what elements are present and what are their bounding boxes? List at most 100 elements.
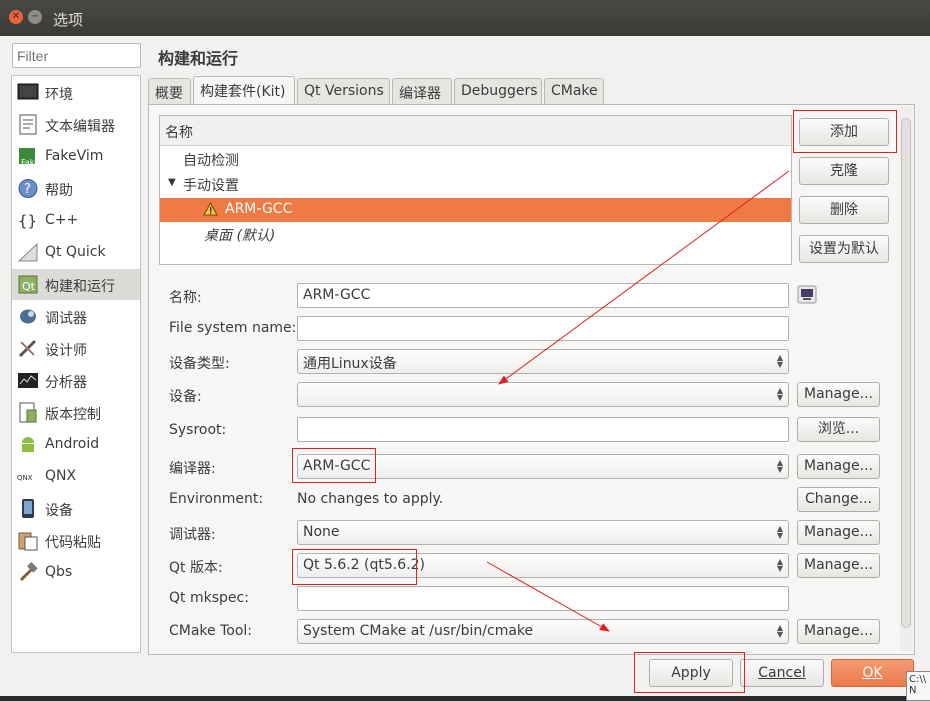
tooltip: C:\\ N bbox=[906, 671, 930, 701]
sidebar-item-code-paste[interactable]: 代码粘贴 bbox=[12, 525, 140, 556]
tree-header-name: 名称 bbox=[165, 125, 193, 141]
device-icon bbox=[22, 499, 34, 518]
sidebar-item-label: C++ bbox=[45, 212, 79, 228]
debugger-value: None bbox=[303, 524, 340, 540]
page-title: 构建和运行 bbox=[158, 49, 239, 68]
minimize-icon[interactable]: − bbox=[28, 10, 42, 24]
tab-cmake[interactable]: CMake bbox=[544, 78, 604, 105]
manage-cmake-button[interactable]: Manage... bbox=[797, 619, 880, 644]
tab-qt-versions[interactable]: Qt Versions bbox=[297, 78, 390, 105]
device-type-select[interactable]: 通用Linux设备 ▲ ▼ bbox=[297, 349, 789, 374]
sidebar-item-label: 分析器 bbox=[45, 375, 87, 391]
manage-compiler-button[interactable]: Manage... bbox=[797, 454, 880, 479]
environment-value: No changes to apply. bbox=[297, 491, 444, 507]
analyzer-icon bbox=[18, 373, 38, 388]
combo-arrows-icon: ▲ ▼ bbox=[776, 386, 783, 402]
sidebar-item-build-run[interactable]: Qt 构建和运行 bbox=[12, 269, 140, 300]
make-default-button[interactable]: 设置为默认 bbox=[799, 235, 889, 263]
help-icon: ? bbox=[18, 179, 38, 198]
sidebar-item-android[interactable]: Android bbox=[12, 429, 140, 460]
compiler-label: 编译器: bbox=[169, 461, 216, 477]
annotation-box-compiler bbox=[292, 448, 376, 483]
svg-text:?: ? bbox=[24, 182, 31, 197]
tree-row-manual[interactable]: 手动设置 bbox=[183, 175, 239, 200]
debugger-select[interactable]: None ▲ ▼ bbox=[297, 520, 789, 545]
manage-debugger-button[interactable]: Manage... bbox=[797, 520, 880, 545]
browse-button[interactable]: 浏览... bbox=[797, 417, 880, 442]
sidebar-item-devices[interactable]: 设备 bbox=[12, 493, 140, 524]
tab-overview[interactable]: 概要 bbox=[148, 78, 191, 105]
svg-text:Qt: Qt bbox=[22, 280, 36, 293]
scrollbar-thumb[interactable] bbox=[901, 118, 911, 628]
device-label: 设备: bbox=[169, 389, 202, 405]
sidebar-item-text-editor[interactable]: 文本编辑器 bbox=[12, 109, 140, 140]
sidebar-item-cpp[interactable]: {} C++ bbox=[12, 205, 140, 236]
combo-arrows-icon: ▲ ▼ bbox=[776, 623, 783, 639]
mkspec-field[interactable] bbox=[297, 586, 789, 611]
sidebar-item-debugger[interactable]: 调试器 bbox=[12, 301, 140, 332]
sidebar-item-qbs[interactable]: Qbs bbox=[12, 557, 140, 588]
qt-version-label: Qt 版本: bbox=[169, 560, 223, 576]
combo-arrows-icon: ▲ ▼ bbox=[776, 353, 783, 369]
sidebar-item-label: 帮助 bbox=[45, 183, 73, 199]
sidebar-item-version-control[interactable]: 版本控制 bbox=[12, 397, 140, 428]
android-icon bbox=[22, 437, 34, 452]
fs-name-label: File system name: bbox=[169, 320, 297, 336]
annotation-box-qt-version bbox=[292, 549, 417, 585]
warning-icon bbox=[203, 202, 218, 216]
close-icon[interactable]: ✕ bbox=[9, 10, 23, 24]
qbs-icon bbox=[19, 562, 38, 582]
filter-input[interactable] bbox=[12, 43, 141, 68]
environment-label: Environment: bbox=[169, 491, 264, 507]
cancel-button[interactable]: Cancel bbox=[740, 659, 824, 687]
fakevim-icon: Fake bbox=[19, 148, 39, 167]
sidebar-item-qnx[interactable]: QNX QNX bbox=[12, 461, 140, 492]
sidebar-item-label: 代码粘贴 bbox=[45, 535, 101, 551]
name-label: 名称: bbox=[169, 290, 202, 306]
sidebar-item-label: QNX bbox=[45, 468, 77, 484]
change-environment-button[interactable]: Change... bbox=[797, 487, 880, 512]
tree-row-desktop-default[interactable]: 桌面 (默认) bbox=[204, 225, 275, 250]
sidebar-item-label: 调试器 bbox=[45, 311, 87, 327]
device-select[interactable]: ▲ ▼ bbox=[297, 382, 789, 407]
tree-row-auto-detected[interactable]: 自动检测 bbox=[183, 150, 239, 175]
device-type-label: 设备类型: bbox=[169, 356, 230, 372]
tab-compilers[interactable]: 编译器 bbox=[392, 78, 452, 105]
annotation-box-add bbox=[793, 110, 897, 153]
sidebar-item-label: FakeVim bbox=[45, 148, 104, 164]
manage-qt-version-button[interactable]: Manage... bbox=[797, 553, 880, 578]
sidebar-item-label: 设备 bbox=[45, 503, 73, 519]
manage-device-button[interactable]: Manage... bbox=[797, 382, 880, 407]
remove-kit-button[interactable]: 删除 bbox=[799, 196, 889, 224]
sidebar-item-analyzer[interactable]: 分析器 bbox=[12, 365, 140, 396]
fs-name-field[interactable] bbox=[297, 316, 789, 341]
sidebar-item-fakevim[interactable]: Fake FakeVim bbox=[12, 141, 140, 172]
monitor-icon bbox=[17, 83, 39, 100]
cmake-tool-value: System CMake at /usr/bin/cmake bbox=[303, 623, 534, 639]
build-run-icon: Qt bbox=[18, 275, 38, 294]
sidebar-item-qt-quick[interactable]: Qt Quick bbox=[12, 237, 140, 268]
sidebar-item-help[interactable]: ? 帮助 bbox=[12, 173, 140, 204]
tab-debuggers[interactable]: Debuggers bbox=[454, 78, 542, 105]
annotation-box-apply bbox=[634, 652, 745, 693]
qt-quick-icon bbox=[17, 242, 38, 262]
tab-kits[interactable]: 构建套件(Kit) bbox=[193, 76, 295, 105]
sidebar-item-designer[interactable]: 设计师 bbox=[12, 333, 140, 364]
sidebar-item-label: Android bbox=[45, 436, 100, 452]
sidebar-item-environment[interactable]: 环境 bbox=[12, 77, 140, 108]
tree-header: 名称 bbox=[160, 116, 791, 146]
sidebar-item-label: 设计师 bbox=[45, 343, 87, 359]
ok-button[interactable]: OK bbox=[831, 659, 914, 687]
sysroot-label: Sysroot: bbox=[169, 422, 227, 438]
kit-icon-button[interactable] bbox=[797, 285, 817, 304]
sysroot-field[interactable] bbox=[297, 417, 789, 442]
clone-kit-button[interactable]: 克隆 bbox=[799, 157, 889, 185]
sidebar-item-label: 文本编辑器 bbox=[45, 119, 115, 135]
expand-arrow-icon[interactable]: ▼ bbox=[168, 177, 176, 188]
version-control-icon bbox=[19, 402, 37, 423]
cmake-tool-select[interactable]: System CMake at /usr/bin/cmake ▲ ▼ bbox=[297, 619, 789, 644]
device-type-value: 通用Linux设备 bbox=[303, 356, 397, 372]
svg-text:QNX: QNX bbox=[17, 474, 33, 482]
tree-row-arm-gcc[interactable]: ARM-GCC bbox=[160, 198, 791, 222]
name-field[interactable]: ARM-GCC bbox=[297, 283, 789, 308]
